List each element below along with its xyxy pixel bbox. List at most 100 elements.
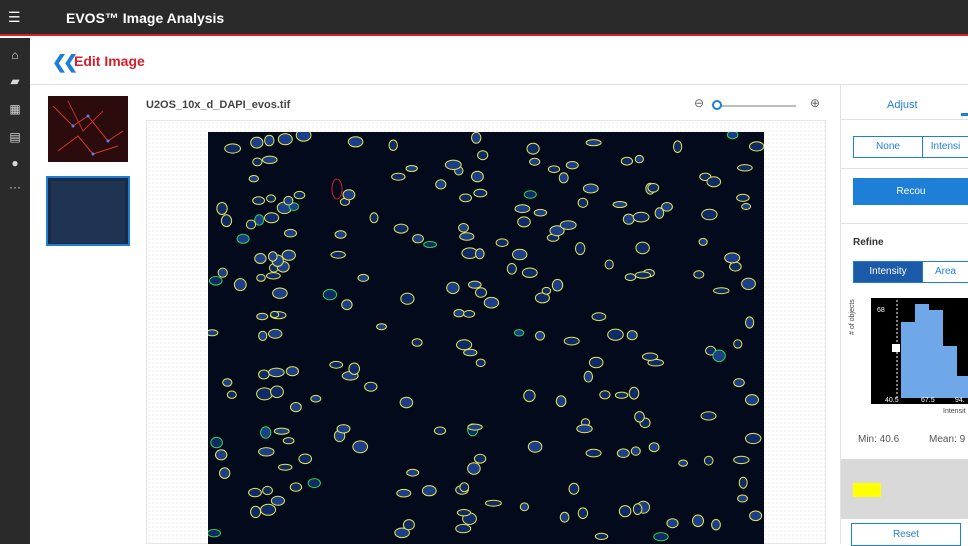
cell-outline <box>626 330 638 341</box>
thumbnail-2-preview <box>51 181 125 243</box>
cell-outline <box>607 328 624 341</box>
cell-outline <box>724 252 741 264</box>
cell-outline <box>733 378 745 388</box>
more-icon[interactable]: ··· <box>6 178 24 196</box>
cell-outline <box>396 488 412 498</box>
home-icon[interactable]: ⌂ <box>6 46 24 64</box>
file-toolbar: U2OS_10x_d_DAPI_evos.tif ⊖ ⊕ <box>146 96 826 118</box>
cell-outline <box>706 176 722 188</box>
cell-outline <box>357 273 370 282</box>
cell-outline <box>268 251 278 262</box>
cell-outline <box>278 463 293 471</box>
cell-outline <box>236 233 250 244</box>
hamburger-icon[interactable]: ☰ <box>8 10 22 24</box>
cell-outline <box>463 310 476 318</box>
cell-outline <box>712 349 726 363</box>
cell-outline <box>412 234 424 244</box>
cell-outline <box>634 411 645 423</box>
cell-outline <box>733 455 750 465</box>
cell-outline <box>459 193 473 203</box>
cell-outline <box>703 455 714 466</box>
cell-outline <box>222 378 233 387</box>
mode-none-button[interactable]: None <box>853 136 923 158</box>
cell-outline <box>256 312 269 321</box>
cell-outline <box>233 278 247 292</box>
zoom-slider-handle[interactable] <box>712 100 722 110</box>
save-icon[interactable]: ▤ <box>6 128 24 146</box>
thumbnail-strip <box>46 94 132 254</box>
refine-tab-area[interactable]: Area <box>922 261 968 283</box>
cell-outline <box>541 286 552 295</box>
cell-outline <box>591 312 607 322</box>
cell-outline <box>256 387 273 401</box>
intensity-histogram[interactable]: 68 40.5 67.5 94. <box>871 298 968 404</box>
histogram-min-handle[interactable] <box>892 344 900 352</box>
cell-outline <box>467 423 483 431</box>
mode-intensity-button[interactable]: Intensi <box>922 136 968 158</box>
cell-outline <box>533 208 548 217</box>
cell-outline <box>523 190 537 199</box>
cell-outline <box>473 188 488 198</box>
cell-outline <box>256 274 266 282</box>
microscopy-image[interactable] <box>208 132 764 544</box>
mean-value: Mean: 9 <box>929 434 966 445</box>
cell-outline <box>673 140 683 153</box>
cell-outline <box>666 518 679 529</box>
cell-outline <box>341 299 353 311</box>
refine-tab-intensity[interactable]: Intensity <box>853 261 923 283</box>
cell-outline <box>310 394 322 403</box>
tab-adjust[interactable]: Adjust <box>887 99 918 111</box>
cell-outline <box>322 288 338 301</box>
cell-outline <box>217 267 228 278</box>
zoom-out-icon[interactable]: ⊖ <box>694 96 704 110</box>
cell-outline <box>547 165 561 174</box>
cell-outline <box>648 442 660 453</box>
cell-outline <box>262 485 273 496</box>
recount-button[interactable]: Recou <box>853 178 968 205</box>
zoom-in-icon[interactable]: ⊕ <box>810 96 820 110</box>
cell-outline <box>250 505 262 519</box>
cell-outline <box>517 216 531 228</box>
thumbnail-image-2-selected[interactable] <box>46 176 130 246</box>
cell-outline <box>453 309 465 318</box>
cell-outline <box>433 426 447 435</box>
histogram-x-tick: 94. <box>955 397 965 404</box>
cell-outline <box>260 503 277 516</box>
cell-outline <box>342 189 356 201</box>
cell-outline <box>583 370 593 383</box>
cell-outline <box>559 220 577 230</box>
cell-outline <box>749 510 763 522</box>
reset-button[interactable]: Reset <box>851 523 961 546</box>
cell-outline <box>411 338 423 347</box>
cell-overlay <box>208 132 764 542</box>
histogram-x-tick: 67.5 <box>921 397 935 404</box>
cell-outline <box>250 136 264 149</box>
histogram-x-tick: 40.5 <box>885 397 899 404</box>
double-chevron-left-icon[interactable]: ❮❮ <box>52 52 78 73</box>
cell-outline <box>642 352 659 361</box>
apps-grid-icon[interactable]: ▦ <box>6 100 24 118</box>
thumbnail-image-1[interactable] <box>46 94 130 164</box>
cell-outline <box>475 358 486 368</box>
cell-outline <box>405 165 418 172</box>
cell-outline <box>273 427 290 435</box>
highlight-color-swatch[interactable] <box>853 483 881 497</box>
cell-outline <box>266 272 281 280</box>
cell-outline <box>647 183 660 193</box>
cell-outline <box>620 156 633 166</box>
cell-outline <box>737 494 748 503</box>
cell-outline <box>635 241 650 255</box>
folder-icon[interactable]: ▰ <box>6 72 24 90</box>
top-bar: ☰ EVOS™ Image Analysis <box>0 0 968 36</box>
users-icon[interactable]: ● <box>6 154 24 172</box>
cell-outline <box>614 391 629 399</box>
cell-outline <box>270 495 286 506</box>
cell-outline <box>282 437 295 445</box>
cell-outline <box>630 446 641 456</box>
cell-outline <box>456 509 471 517</box>
zoom-slider-track[interactable] <box>716 105 796 107</box>
cell-outline <box>745 316 755 329</box>
cell-outline <box>252 157 263 167</box>
cell-outline <box>391 172 406 181</box>
left-navigation: ⌂ ▰ ▦ ▤ ● ··· <box>0 38 30 544</box>
